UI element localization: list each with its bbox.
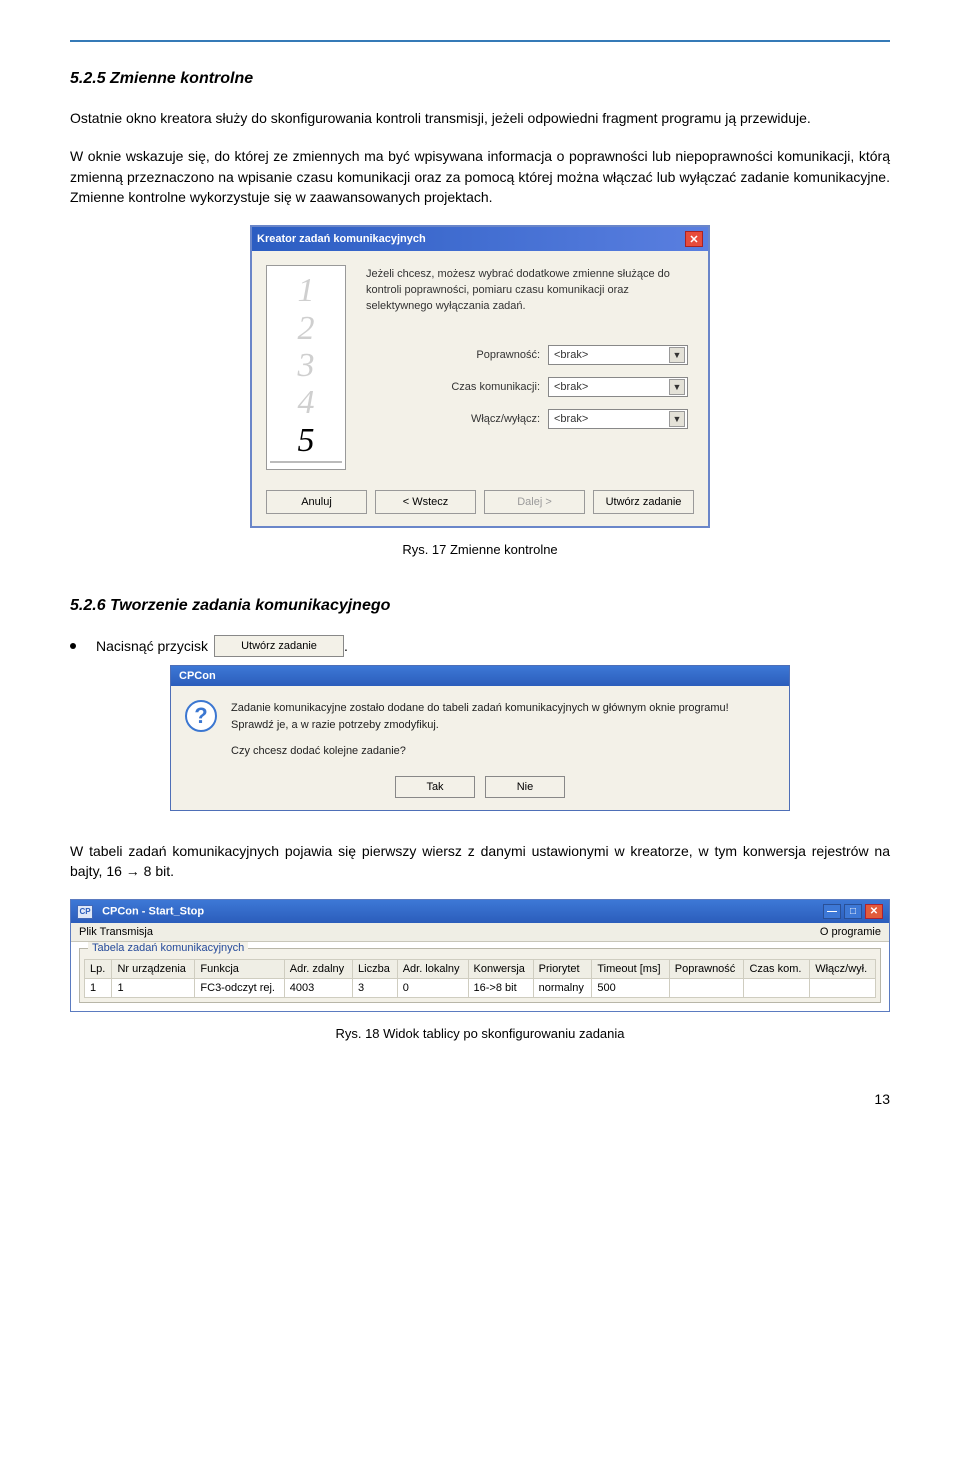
th-priorytet: Priorytet xyxy=(533,960,592,979)
combo-wlacz-value: <brak> xyxy=(554,413,588,425)
tasks-table: Lp. Nr urządzenia Funkcja Adr. zdalny Li… xyxy=(84,959,876,998)
field-czas: Czas komunikacji: <brak> ▼ xyxy=(366,377,688,397)
bullet-icon xyxy=(70,643,76,649)
back-button[interactable]: < Wstecz xyxy=(375,490,476,514)
cpcon-main-window: CP CPCon - Start_Stop ― □ ✕ Plik Transmi… xyxy=(70,899,890,1012)
step-3: 3 xyxy=(298,347,315,384)
cell-adr-lokalny: 0 xyxy=(397,979,468,998)
cell-poprawnosc xyxy=(669,979,744,998)
th-czas: Czas kom. xyxy=(744,960,810,979)
th-konwersja: Konwersja xyxy=(468,960,533,979)
combo-czas[interactable]: <brak> ▼ xyxy=(548,377,688,397)
th-wlacz: Włącz/wył. xyxy=(810,960,876,979)
cancel-button[interactable]: Anuluj xyxy=(266,490,367,514)
question-icon: ? xyxy=(185,700,217,732)
label-wlacz: Włącz/wyłącz: xyxy=(471,413,540,425)
th-lp: Lp. xyxy=(85,960,112,979)
step-5: 5 xyxy=(298,422,315,459)
step-1: 1 xyxy=(298,272,315,309)
wizard-dialog: Kreator zadań komunikacyjnych ✕ 1 2 3 4 … xyxy=(250,225,710,528)
tasks-groupbox: Tabela zadań komunikacyjnych Lp. Nr urzą… xyxy=(79,948,881,1003)
cell-timeout: 500 xyxy=(592,979,669,998)
para-3: W tabeli zadań komunikacyjnych pojawia s… xyxy=(70,841,890,882)
table-header-row: Lp. Nr urządzenia Funkcja Adr. zdalny Li… xyxy=(85,960,876,979)
create-task-small-button[interactable]: Utwórz zadanie xyxy=(214,635,344,657)
msg-title: CPCon xyxy=(171,666,789,686)
maximize-icon[interactable]: □ xyxy=(844,904,862,919)
wizard-title-text: Kreator zadań komunikacyjnych xyxy=(257,233,426,245)
chevron-down-icon: ▼ xyxy=(669,347,685,363)
menu-left[interactable]: Plik Transmisja xyxy=(79,926,153,938)
cpcon-message-dialog: CPCon ? Zadanie komunikacyjne zostało do… xyxy=(170,665,790,811)
figure-17-caption: Rys. 17 Zmienne kontrolne xyxy=(70,542,890,557)
label-poprawnosc: Poprawność: xyxy=(476,349,540,361)
figure-18-caption: Rys. 18 Widok tablicy po skonfigurowaniu… xyxy=(70,1026,890,1041)
app-icon: CP xyxy=(77,905,93,919)
close-icon[interactable]: ✕ xyxy=(865,904,883,919)
label-czas: Czas komunikacji: xyxy=(451,381,540,393)
cell-funkcja: FC3-odczyt rej. xyxy=(195,979,284,998)
next-button: Dalej > xyxy=(484,490,585,514)
app-titlebar: CP CPCon - Start_Stop ― □ ✕ xyxy=(71,900,889,923)
section-5-2-5-title: 5.2.5 Zmienne kontrolne xyxy=(70,70,890,88)
msg-line1: Zadanie komunikacyjne zostało dodane do … xyxy=(231,700,729,717)
para-1: Ostatnie okno kreatora służy do skonfigu… xyxy=(70,108,890,128)
menubar[interactable]: Plik Transmisja O programie xyxy=(71,923,889,942)
step-2: 2 xyxy=(298,310,315,347)
cell-nr: 1 xyxy=(112,979,195,998)
cell-wlacz xyxy=(810,979,876,998)
para-2: W oknie wskazuje się, do której ze zmien… xyxy=(70,146,890,207)
field-poprawnosc: Poprawność: <brak> ▼ xyxy=(366,345,688,365)
section-5-2-6-title: 5.2.6 Tworzenie zadania komunikacyjnego xyxy=(70,597,890,615)
th-funkcja: Funkcja xyxy=(195,960,284,979)
msg-line3: Czy chcesz dodać kolejne zadanie? xyxy=(231,743,729,760)
create-task-button[interactable]: Utwórz zadanie xyxy=(593,490,694,514)
msg-line2: Sprawdź je, a w razie potrzeby zmodyfiku… xyxy=(231,717,729,734)
combo-czas-value: <brak> xyxy=(554,381,588,393)
wizard-titlebar: Kreator zadań komunikacyjnych ✕ xyxy=(252,227,708,251)
yes-button[interactable]: Tak xyxy=(395,776,475,798)
press-label: Nacisnąć przycisk xyxy=(96,638,208,654)
th-nr: Nr urządzenia xyxy=(112,960,195,979)
wizard-steps: 1 2 3 4 5 xyxy=(266,265,346,470)
close-icon[interactable]: ✕ xyxy=(685,231,703,247)
combo-wlacz[interactable]: <brak> ▼ xyxy=(548,409,688,429)
th-adr-lokalny: Adr. lokalny xyxy=(397,960,468,979)
field-wlacz: Włącz/wyłącz: <brak> ▼ xyxy=(366,409,688,429)
period: . xyxy=(344,638,348,654)
minimize-icon[interactable]: ― xyxy=(823,904,841,919)
step-underline xyxy=(270,461,342,463)
cell-czas xyxy=(744,979,810,998)
th-poprawnosc: Poprawność xyxy=(669,960,744,979)
combo-poprawnosc-value: <brak> xyxy=(554,349,588,361)
wizard-intro: Jeżeli chcesz, możesz wybrać dodatkowe z… xyxy=(366,267,688,315)
th-adr-zdalny: Adr. zdalny xyxy=(284,960,352,979)
group-label: Tabela zadań komunikacyjnych xyxy=(88,942,248,954)
no-button[interactable]: Nie xyxy=(485,776,565,798)
th-liczba: Liczba xyxy=(353,960,398,979)
page-number: 13 xyxy=(70,1091,890,1107)
top-rule xyxy=(70,40,890,42)
menu-right[interactable]: O programie xyxy=(820,926,881,938)
combo-poprawnosc[interactable]: <brak> ▼ xyxy=(548,345,688,365)
cell-adr-zdalny: 4003 xyxy=(284,979,352,998)
cell-lp: 1 xyxy=(85,979,112,998)
instruction-row: Nacisnąć przycisk Utwórz zadanie . xyxy=(70,635,890,657)
cell-konwersja: 16->8 bit xyxy=(468,979,533,998)
chevron-down-icon: ▼ xyxy=(669,379,685,395)
step-4: 4 xyxy=(298,384,315,421)
app-title-text: CPCon - Start_Stop xyxy=(102,905,204,917)
cell-liczba: 3 xyxy=(353,979,398,998)
chevron-down-icon: ▼ xyxy=(669,411,685,427)
cell-priorytet: normalny xyxy=(533,979,592,998)
th-timeout: Timeout [ms] xyxy=(592,960,669,979)
table-row[interactable]: 1 1 FC3-odczyt rej. 4003 3 0 16->8 bit n… xyxy=(85,979,876,998)
